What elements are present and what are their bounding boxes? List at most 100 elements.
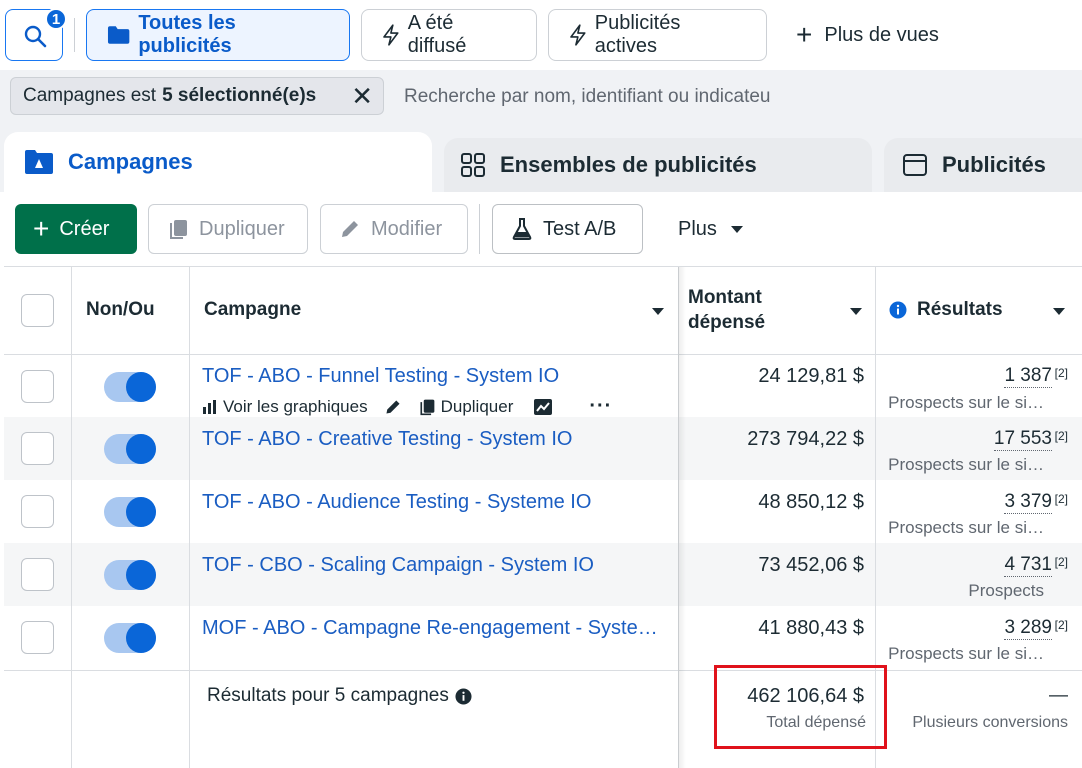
table-row[interactable]: TOF - CBO - Scaling Campaign - System IO… <box>4 543 1082 606</box>
more-label: Plus <box>678 217 717 240</box>
info-icon[interactable] <box>455 687 472 705</box>
result-footnote: [2] <box>1054 618 1068 632</box>
view-charts-action[interactable]: Voir les graphiques <box>202 397 368 417</box>
totals-label: Résultats pour 5 campagnes <box>207 685 449 706</box>
result-value[interactable]: 17 553 <box>993 428 1052 451</box>
create-label: Créer <box>59 217 110 240</box>
toggle-knob <box>126 560 156 590</box>
filter-chip-value: 5 sélectionné(e)s <box>162 85 317 106</box>
amount-spent: 48 850,12 $ <box>758 491 864 513</box>
campaign-name-link[interactable]: TOF - ABO - Creative Testing - System IO <box>202 428 672 451</box>
campaign-name-link[interactable]: TOF - CBO - Scaling Campaign - System IO <box>202 554 672 577</box>
toolbar: + Créer Dupliquer Modifier Test A/B Plus <box>0 192 1082 266</box>
view-active-ads[interactable]: Publicités actives <box>548 9 767 61</box>
campaign-name-link[interactable]: TOF - ABO - Funnel Testing - System IO <box>202 365 672 388</box>
row-checkbox[interactable] <box>21 495 54 528</box>
duplicate-icon <box>170 220 187 239</box>
close-icon[interactable]: ✕ <box>351 83 373 109</box>
duplicate-label: Dupliquer <box>199 217 285 240</box>
result-type: Prospects sur le si… <box>888 393 1044 412</box>
plus-icon: + <box>33 213 50 244</box>
sort-caret-icon[interactable] <box>652 308 664 315</box>
column-header-spent-line1[interactable]: Montant <box>688 287 762 309</box>
create-button[interactable]: + Créer <box>15 204 137 254</box>
tab-ads[interactable]: Publicités <box>884 138 1082 192</box>
column-header-toggle[interactable]: Non/Ou <box>86 299 158 321</box>
row-checkbox[interactable] <box>21 370 54 403</box>
amount-spent: 24 129,81 $ <box>758 365 864 387</box>
campaign-toggle[interactable] <box>104 434 156 464</box>
view-charts-label: Voir les graphiques <box>223 396 368 416</box>
more-options-icon[interactable]: ··· <box>589 395 612 418</box>
row-checkbox[interactable] <box>21 432 54 465</box>
tab-campaigns[interactable]: Campagnes <box>4 132 432 192</box>
sort-caret-icon[interactable] <box>1053 308 1065 315</box>
result-value[interactable]: 3 289 <box>1004 617 1052 640</box>
view-all-ads[interactable]: Toutes les publicités <box>86 9 350 61</box>
total-results-label: Plusieurs conversions <box>912 714 1068 731</box>
select-all-checkbox[interactable] <box>21 294 54 327</box>
duplicate-action[interactable]: Dupliquer <box>418 397 513 417</box>
result-footnote: [2] <box>1054 492 1068 506</box>
more-views-button[interactable]: + Plus de vues <box>796 9 939 61</box>
more-button[interactable]: Plus <box>660 204 780 254</box>
info-icon[interactable] <box>889 301 907 319</box>
result-type: Prospects sur le si… <box>888 644 1044 663</box>
lightning-icon <box>570 24 586 46</box>
pencil-icon <box>342 221 358 237</box>
campaign-toggle[interactable] <box>104 372 156 402</box>
column-header-spent-line2[interactable]: dépensé <box>688 312 765 334</box>
view-label: Toutes les publicités <box>138 12 236 57</box>
filter-chip-prefix: Campagnes est <box>23 85 157 106</box>
result-value[interactable]: 4 731 <box>1004 554 1052 577</box>
tab-label: Campagnes <box>68 149 193 174</box>
table-header: Non/Ou Campagne Montant dépensé Résultat… <box>4 267 1082 354</box>
tab-label: Ensembles de publicités <box>500 152 757 177</box>
search-icon <box>24 25 47 48</box>
ad-frame-icon <box>903 154 927 176</box>
highlight-box <box>714 665 887 749</box>
result-footnote: [2] <box>1054 366 1068 380</box>
result-value[interactable]: 3 379 <box>1004 491 1052 514</box>
column-divider <box>71 267 72 768</box>
caret-down-icon <box>730 225 743 233</box>
campaign-name-link[interactable]: TOF - ABO - Audience Testing - Systeme I… <box>202 491 672 514</box>
views-bar: 1 Toutes les publicités A été diffusé Pu… <box>0 0 1082 70</box>
edit-button[interactable]: Modifier <box>320 204 468 254</box>
table-row[interactable]: TOF - ABO - Audience Testing - Systeme I… <box>4 480 1082 543</box>
column-header-campaign[interactable]: Campagne <box>204 299 301 321</box>
duplicate-button[interactable]: Dupliquer <box>148 204 308 254</box>
row-checkbox[interactable] <box>21 558 54 591</box>
table-row[interactable]: TOF - ABO - Funnel Testing - System IO V… <box>4 354 1082 417</box>
result-type: Prospects sur le si… <box>888 455 1044 474</box>
view-label: Publicités actives <box>594 12 681 57</box>
more-views-label: Plus de vues <box>824 23 939 46</box>
sort-caret-icon[interactable] <box>850 308 862 315</box>
toggle-knob <box>126 497 156 527</box>
campaign-toggle[interactable] <box>104 497 156 527</box>
campaign-toggle[interactable] <box>104 623 156 653</box>
bar-chart-icon <box>203 399 216 414</box>
campaigns-table: Non/Ou Campagne Montant dépensé Résultat… <box>4 266 1082 768</box>
ab-test-label: Test A/B <box>543 217 617 240</box>
trend-chart-icon[interactable] <box>533 398 553 416</box>
tab-label: Publicités <box>942 152 1046 177</box>
campaign-name-link[interactable]: MOF - ABO - Campagne Re-engagement - Sys… <box>202 617 672 640</box>
table-row[interactable]: MOF - ABO - Campagne Re-engagement - Sys… <box>4 606 1082 671</box>
search-input[interactable]: Recherche par nom, identifiant ou indica… <box>404 86 771 108</box>
totals-label-wrap: Résultats pour 5 campagnes <box>207 685 472 707</box>
ab-test-button[interactable]: Test A/B <box>492 204 643 254</box>
pencil-icon[interactable] <box>384 398 402 416</box>
tab-ad-sets[interactable]: Ensembles de publicités <box>444 138 872 192</box>
divider <box>74 18 75 52</box>
row-checkbox[interactable] <box>21 621 54 654</box>
result-value[interactable]: 1 387 <box>1004 365 1052 388</box>
table-footer: Résultats pour 5 campagnes 462 106,64 $ … <box>4 671 1082 768</box>
folder-icon <box>107 26 130 44</box>
column-header-results[interactable]: Résultats <box>917 299 1003 321</box>
filter-count-badge: 1 <box>45 8 67 30</box>
table-row[interactable]: TOF - ABO - Creative Testing - System IO… <box>4 417 1082 480</box>
view-delivered[interactable]: A été diffusé <box>361 9 537 61</box>
campaign-toggle[interactable] <box>104 560 156 590</box>
filter-chip-campaigns[interactable]: Campagnes est 5 sélectionné(e)s ✕ <box>10 77 384 115</box>
